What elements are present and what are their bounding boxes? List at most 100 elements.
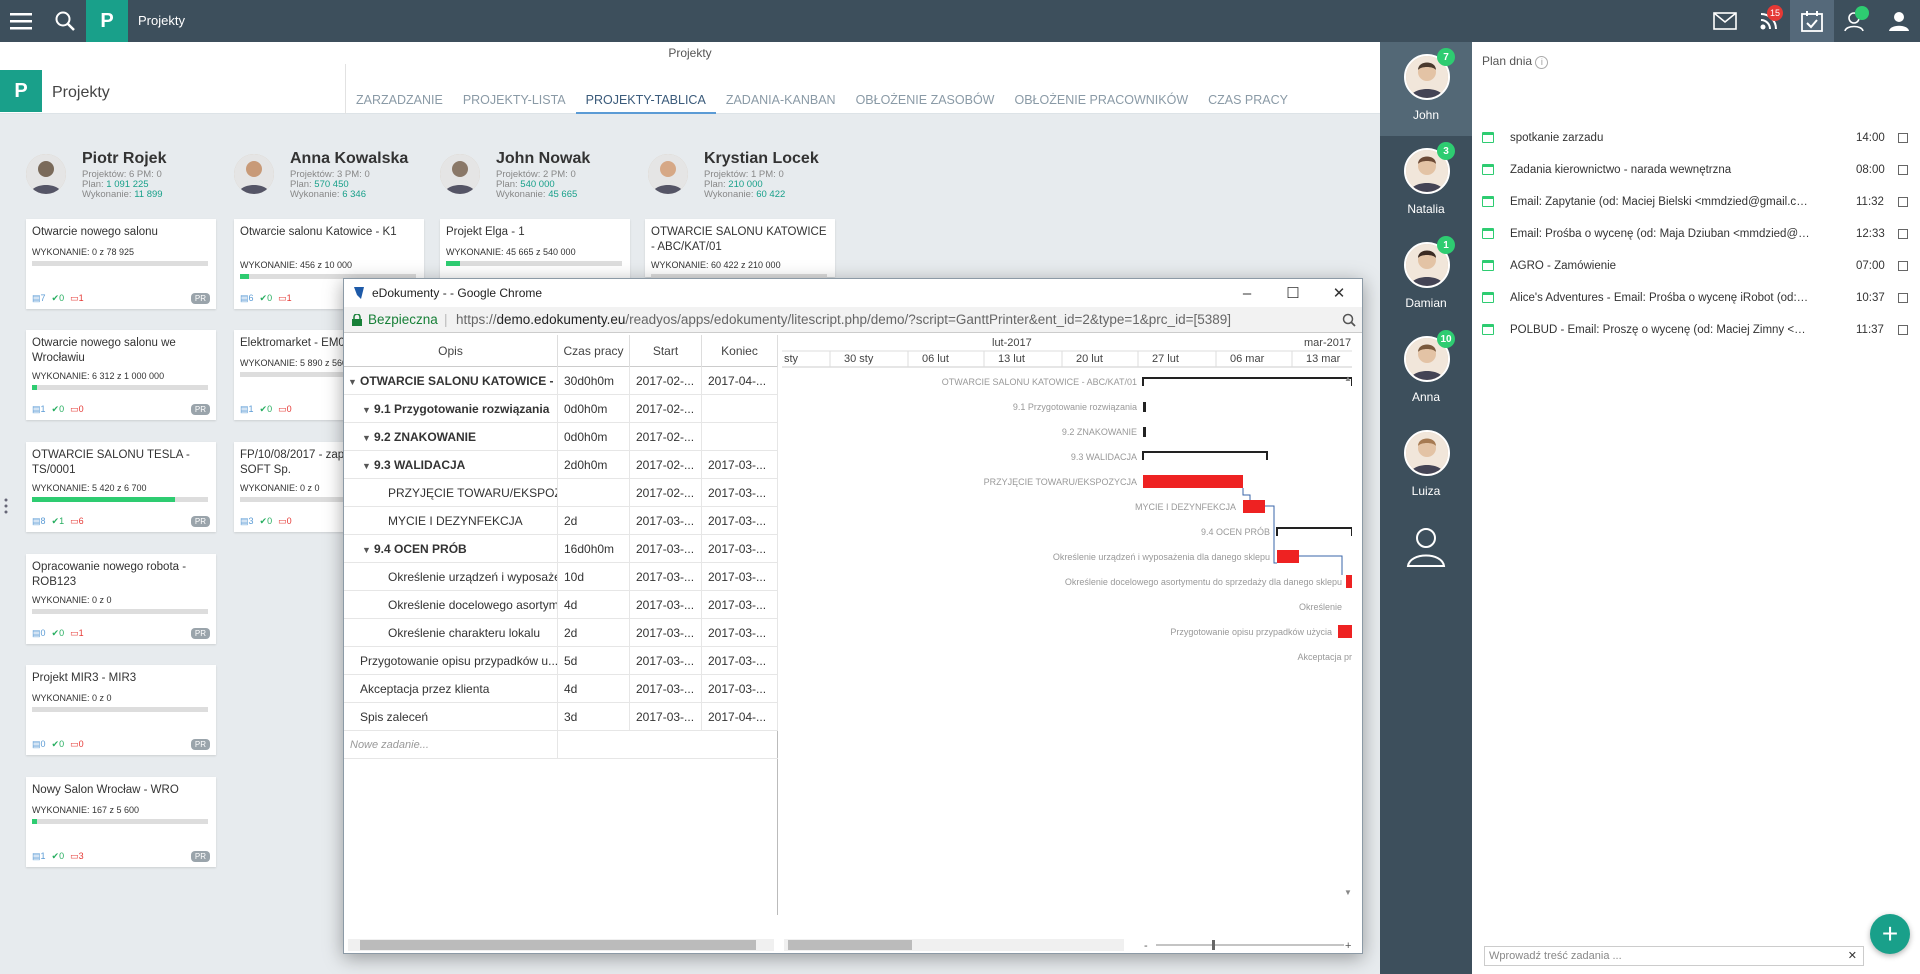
plan-item-checkbox[interactable] (1898, 165, 1908, 175)
done-count-icon[interactable]: ✔1 (52, 516, 65, 527)
gantt-task-bar[interactable] (1243, 500, 1265, 513)
project-card[interactable]: OTWARCIE SALONU TESLA - TS/0001 WYKONANIE… (26, 442, 216, 532)
tab-3[interactable]: ZADANIA-KANBAN (716, 88, 846, 114)
plan-item[interactable]: POLBUD - Email: Proszę o wycenę (od: Mac… (1472, 314, 1920, 346)
calendar-count-icon[interactable]: ▭0 (278, 404, 292, 415)
gantt-summary-bar[interactable] (1142, 451, 1268, 460)
plan-item-checkbox[interactable] (1898, 197, 1908, 207)
user-summary[interactable]: Krystian Locek Projektów: 1 PM: 0 Plan: 21… (648, 150, 848, 208)
plan-item-checkbox[interactable] (1898, 325, 1908, 335)
scroll-down-icon[interactable]: ▼ (1344, 888, 1352, 897)
project-card[interactable]: Opracowanie nowego robota - ROB123 WYKONA… (26, 554, 216, 644)
grid-hscrollbar[interactable] (348, 939, 774, 951)
user-summary[interactable]: Anna Kowalska Projektów: 3 PM: 0 Plan: 570… (234, 150, 434, 208)
gantt-task-bar[interactable] (1346, 575, 1352, 588)
expand-arrow-icon[interactable]: ▼ (348, 368, 360, 395)
table-row[interactable]: ▼ 9.4 OCEN PRÓB 16d0h0m 2017-03-... 2017-03-… (344, 535, 778, 563)
calendar-count-icon[interactable]: ▭1 (278, 293, 292, 304)
plan-item[interactable]: Email: Prośba o wycenę (od: Maja Dziuban… (1472, 218, 1920, 250)
tab-1[interactable]: PROJEKTY-LISTA (453, 88, 576, 114)
clear-icon[interactable]: ✕ (1848, 947, 1857, 965)
calendar-count-icon[interactable]: ▭0 (70, 739, 84, 750)
project-card[interactable]: Nowy Salon Wrocław - WRO WYKONANIE: 167 z… (26, 777, 216, 867)
calendar-count-icon[interactable]: ▭6 (70, 516, 84, 527)
sidebar-drag-handle[interactable] (4, 498, 8, 514)
user-summary[interactable]: John Nowak Projektów: 2 PM: 0 Plan: 540 00… (440, 150, 640, 208)
person-item[interactable]: 7 John (1380, 42, 1472, 136)
expand-arrow-icon[interactable]: ▼ (362, 396, 374, 423)
gantt-summary-bar[interactable] (1142, 377, 1352, 386)
done-count-icon[interactable]: ✔0 (52, 628, 65, 639)
user-icon[interactable] (1404, 524, 1448, 568)
calendar-count-icon[interactable]: ▭1 (70, 293, 84, 304)
project-card[interactable]: Otwarcie nowego salonu we Wrocławiu WYKON… (26, 330, 216, 420)
done-count-icon[interactable]: ✔0 (260, 404, 273, 415)
gantt-task-bar[interactable] (1338, 625, 1352, 638)
tab-6[interactable]: CZAS PRACY (1198, 88, 1298, 114)
url-text[interactable]: https://demo.edokumenty.eu/readyos/apps/… (456, 307, 1231, 333)
menu-icon[interactable] (0, 0, 42, 42)
new-task-row[interactable]: Nowe zadanie... (344, 731, 778, 759)
done-count-icon[interactable]: ✔0 (52, 404, 65, 415)
calendar-check-icon[interactable] (1790, 0, 1834, 42)
table-row[interactable]: MYCIE I DEZYNFEKCJA 2d 2017-03-... 2017-03-… (344, 507, 778, 535)
address-bar[interactable]: Bezpieczna | https://demo.edokumenty.eu/… (344, 307, 1362, 333)
mail-icon[interactable] (1704, 0, 1746, 42)
calendar-count-icon[interactable]: ▭3 (70, 851, 84, 862)
task-count-icon[interactable]: ▤0 (32, 739, 46, 750)
project-card[interactable]: OTWARCIE SALONU KATOWICE - ABC/KAT/01 WYK… (645, 219, 835, 279)
expand-arrow-icon[interactable]: ▼ (362, 452, 374, 479)
column-header-3[interactable]: Koniec (702, 335, 778, 367)
plus-icon[interactable]: + (1870, 914, 1910, 954)
done-count-icon[interactable]: ✔0 (52, 739, 65, 750)
zoom-slider[interactable]: - + (1144, 939, 1354, 952)
table-row[interactable]: ▼ 9.1 Przygotowanie rozwiązania 0d0h0m 2017… (344, 395, 778, 423)
plan-item[interactable]: Alice's Adventures - Email: Prośba o wyc… (1472, 282, 1920, 314)
plan-item[interactable]: Zadania kierownictwo - narada wewnętrzna… (1472, 154, 1920, 186)
close-button[interactable]: ✕ (1316, 279, 1362, 307)
app-logo[interactable]: P (86, 0, 128, 42)
task-count-icon[interactable]: ▤1 (32, 404, 46, 415)
column-header-2[interactable]: Start (630, 335, 702, 367)
tab-5[interactable]: OBŁOŻENIE PRACOWNIKÓW (1004, 88, 1198, 114)
table-row[interactable]: Przygotowanie opisu przypadków u... 5d 201… (344, 647, 778, 675)
task-count-icon[interactable]: ▤3 (240, 516, 254, 527)
table-row[interactable]: PRZYJĘCIE TOWARU/EKSPOZYCJA 2017-02-...20… (344, 479, 778, 507)
info-icon[interactable]: i (1535, 56, 1549, 69)
project-card[interactable]: Otwarcie nowego salonu WYKONANIE: 0 z 78 … (26, 219, 216, 309)
maximize-button[interactable]: ☐ (1270, 279, 1316, 307)
task-count-icon[interactable]: ▤6 (240, 293, 254, 304)
expand-arrow-icon[interactable]: ▼ (362, 424, 374, 451)
tab-0[interactable]: ZARZADZANIE (346, 88, 453, 114)
task-count-icon[interactable]: ▤1 (32, 851, 46, 862)
task-count-icon[interactable]: ▤8 (32, 516, 46, 527)
plan-item-checkbox[interactable] (1898, 133, 1908, 143)
table-row[interactable]: ▼ OTWARCIE SALONU KATOWICE - ... 30d0h0m 20… (344, 367, 778, 395)
gantt-milestone[interactable] (1143, 402, 1146, 412)
calendar-count-icon[interactable]: ▭0 (278, 516, 292, 527)
column-header-1[interactable]: Czas pracy (558, 335, 630, 367)
user-status-icon[interactable] (1834, 0, 1876, 42)
gantt-summary-bar[interactable] (1276, 527, 1352, 536)
search-icon[interactable] (44, 0, 86, 42)
task-count-icon[interactable]: ▤7 (32, 293, 46, 304)
minimize-button[interactable]: – (1224, 279, 1270, 307)
plan-item-checkbox[interactable] (1898, 261, 1908, 271)
gantt-hscrollbar[interactable] (784, 939, 1124, 951)
done-count-icon[interactable]: ✔0 (52, 851, 65, 862)
task-count-icon[interactable]: ▤0 (32, 628, 46, 639)
expand-arrow-icon[interactable]: ▼ (362, 536, 374, 563)
person-item[interactable]: Luiza (1380, 418, 1472, 512)
plan-item[interactable]: spotkanie zarzadu 14:00 (1472, 122, 1920, 154)
table-row[interactable]: Określenie charakteru lokalu 2d 2017-03-..… (344, 619, 778, 647)
gantt-milestone[interactable] (1143, 427, 1146, 437)
plan-item-checkbox[interactable] (1898, 229, 1908, 239)
new-task-input[interactable]: Nowe zadanie... (344, 731, 558, 759)
gantt-task-bar[interactable] (1277, 550, 1299, 563)
scroll-up-icon[interactable]: ▲ (1344, 374, 1352, 383)
table-row[interactable]: ▼ 9.2 ZNAKOWANIE 0d0h0m 2017-02-... (344, 423, 778, 451)
plan-item[interactable]: Email: Zapytanie (od: Maciej Bielski <mm… (1472, 186, 1920, 218)
done-count-icon[interactable]: ✔0 (260, 293, 273, 304)
user-summary[interactable]: Piotr Rojek Projektów: 6 PM: 0 Plan: 1 091… (26, 150, 226, 208)
done-count-icon[interactable]: ✔0 (260, 516, 273, 527)
